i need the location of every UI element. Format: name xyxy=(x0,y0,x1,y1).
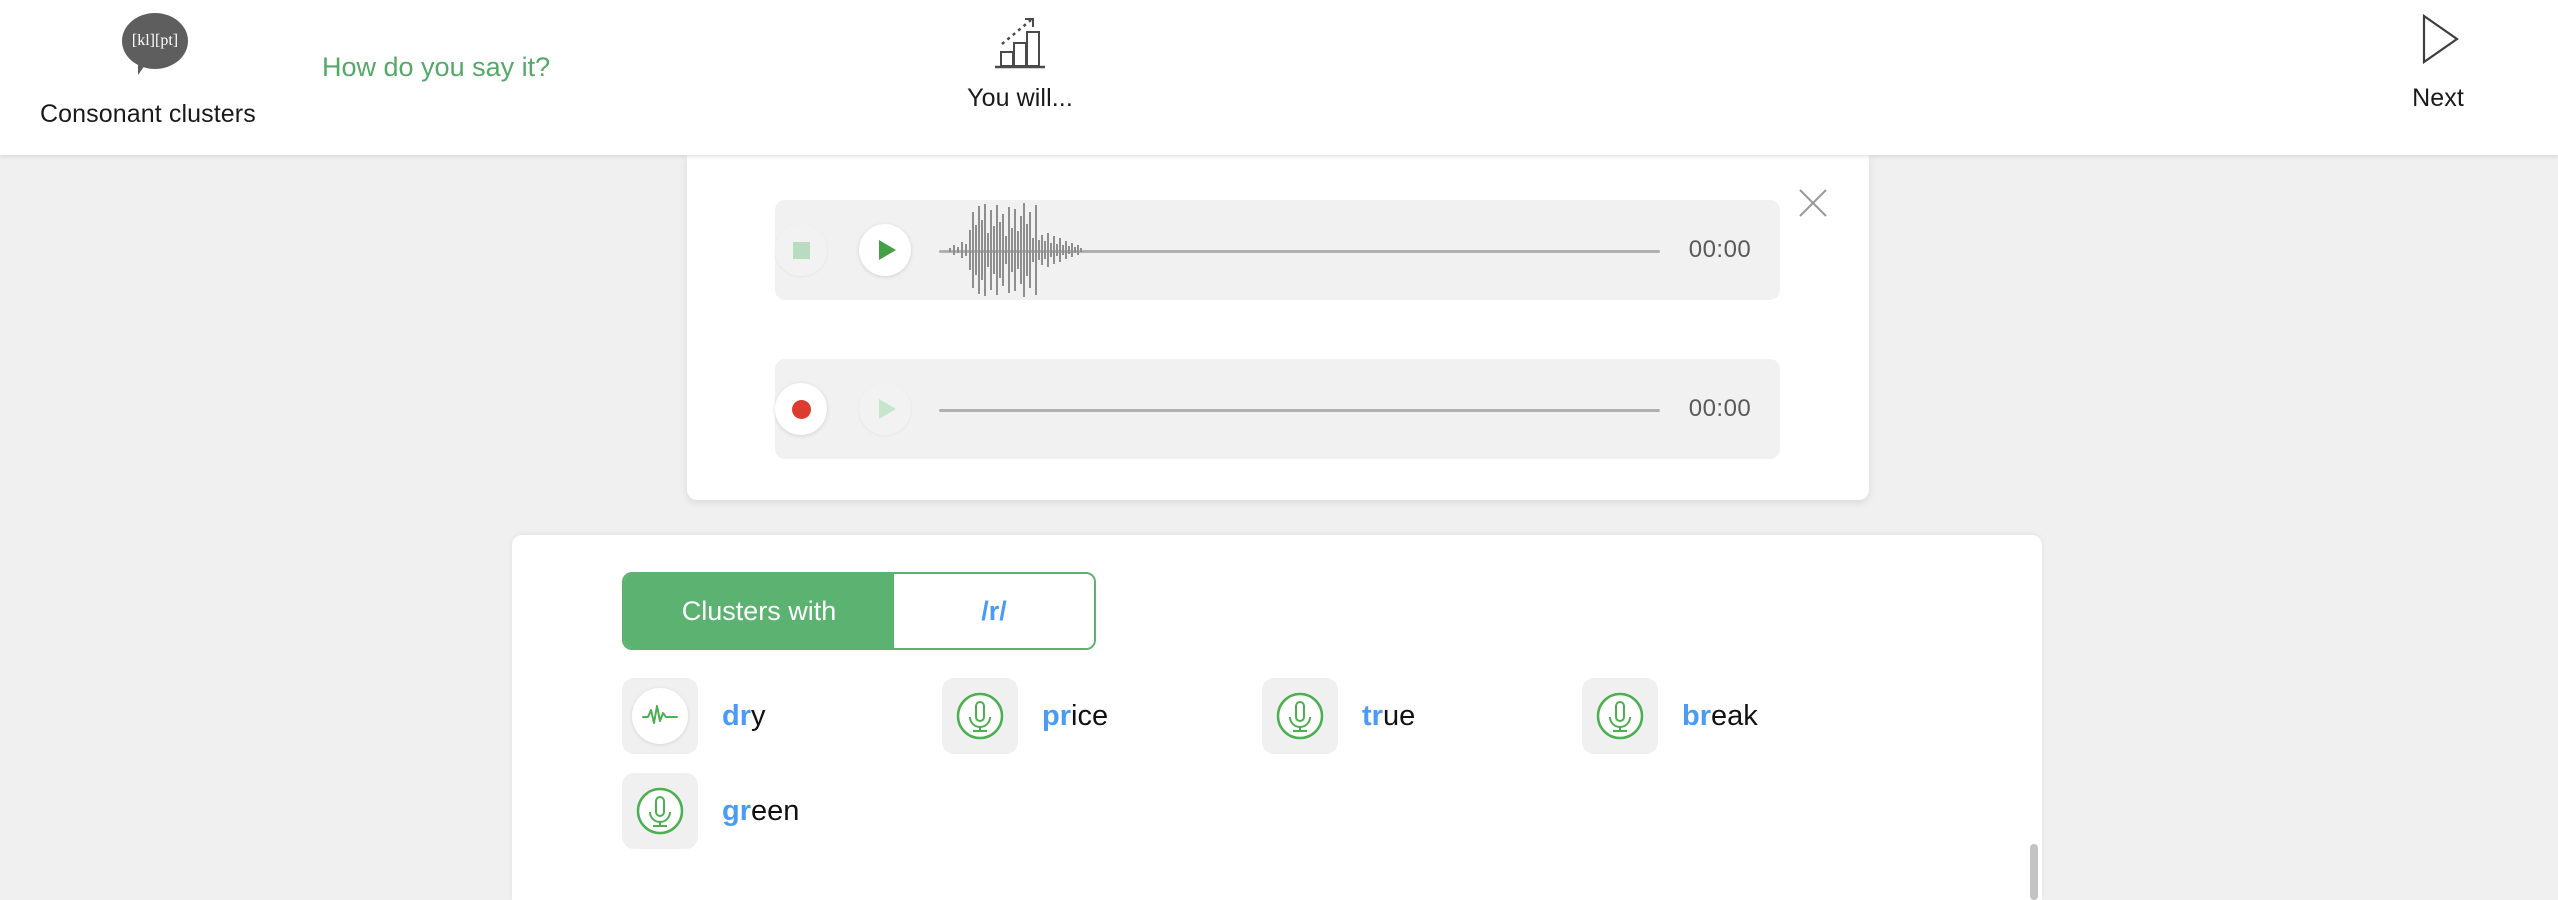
bubble-phoneme-text: [kl][pt] xyxy=(131,32,179,49)
recording-track[interactable] xyxy=(939,359,1660,459)
page-title: How do you say it? xyxy=(322,52,551,82)
word-record-button[interactable] xyxy=(1262,678,1338,754)
you-will-button[interactable]: You will... xyxy=(940,10,1100,113)
word-item-break[interactable]: break xyxy=(1582,678,1902,754)
play-triangle-outline-icon xyxy=(2405,8,2471,70)
next-label: Next xyxy=(2412,84,2464,112)
tab-clusters-with[interactable]: Clusters with xyxy=(624,574,894,648)
waveform-icon xyxy=(947,200,1127,300)
consonant-clusters-label: Consonant clusters xyxy=(40,100,256,128)
word-label-break: break xyxy=(1682,700,1758,733)
model-audio-player: 00:00 xyxy=(775,200,1780,300)
stop-button[interactable] xyxy=(775,224,827,276)
word-item-dry[interactable]: dry xyxy=(622,678,942,754)
speech-bubble-tail xyxy=(138,61,154,75)
microphone-icon xyxy=(636,787,684,835)
close-icon[interactable] xyxy=(1793,183,1833,223)
word-rest: een xyxy=(751,794,800,827)
word-rest: y xyxy=(751,699,766,732)
record-button[interactable] xyxy=(775,383,827,435)
recording-player: 00:00 xyxy=(775,359,1780,459)
word-rest: eak xyxy=(1711,699,1758,732)
word-row: dry price true break xyxy=(622,678,2022,754)
vertical-scrollbar-thumb[interactable] xyxy=(2030,844,2038,900)
practice-words-panel: Clusters with /r/ dry price true break g… xyxy=(512,535,2042,900)
waveform-icon xyxy=(632,688,688,744)
word-audio-button[interactable] xyxy=(622,678,698,754)
word-grid: dry price true break green xyxy=(622,678,2022,868)
recording-time: 00:00 xyxy=(1688,395,1752,422)
app-header: [kl][pt] Consonant clusters How do you s… xyxy=(0,0,2558,155)
word-label-true: true xyxy=(1362,700,1415,733)
word-record-button[interactable] xyxy=(1582,678,1658,754)
record-dot-icon xyxy=(791,399,811,419)
word-prefix: br xyxy=(1682,699,1711,732)
model-audio-track[interactable] xyxy=(939,200,1660,300)
word-label-price: price xyxy=(1042,700,1108,733)
word-record-button[interactable] xyxy=(942,678,1018,754)
word-prefix: dr xyxy=(722,699,751,732)
word-rest: ice xyxy=(1071,699,1109,732)
word-prefix: tr xyxy=(1362,699,1383,732)
stop-square-icon xyxy=(792,241,810,259)
word-item-price[interactable]: price xyxy=(942,678,1262,754)
tab-r-sound[interactable]: /r/ xyxy=(894,574,1094,648)
model-audio-time: 00:00 xyxy=(1688,236,1752,263)
play-triangle-icon xyxy=(879,399,896,419)
microphone-icon xyxy=(1596,692,1644,740)
word-record-button[interactable] xyxy=(622,773,698,849)
word-prefix: pr xyxy=(1042,699,1071,732)
play-button-recording[interactable] xyxy=(859,383,911,435)
microphone-icon xyxy=(956,692,1004,740)
consonant-clusters-button[interactable]: [kl][pt] xyxy=(100,13,210,85)
you-will-label: You will... xyxy=(967,84,1073,112)
word-label-green: green xyxy=(722,795,799,828)
word-item-green[interactable]: green xyxy=(622,773,942,849)
play-button[interactable] xyxy=(859,224,911,276)
bar-chart-growth-icon xyxy=(987,10,1053,72)
track-line xyxy=(939,409,1660,412)
word-row: green xyxy=(622,773,2022,849)
word-rest: ue xyxy=(1382,699,1416,732)
speech-bubble-icon: [kl][pt] xyxy=(122,13,188,69)
audio-player-panel: 00:00 00:00 xyxy=(687,155,1869,500)
cluster-filter-tabs: Clusters with /r/ xyxy=(622,572,1096,650)
word-item-true[interactable]: true xyxy=(1262,678,1582,754)
play-triangle-icon xyxy=(879,240,896,260)
word-prefix: gr xyxy=(722,794,751,827)
next-button[interactable]: Next xyxy=(2358,8,2518,113)
word-label-dry: dry xyxy=(722,700,766,733)
microphone-icon xyxy=(1276,692,1324,740)
